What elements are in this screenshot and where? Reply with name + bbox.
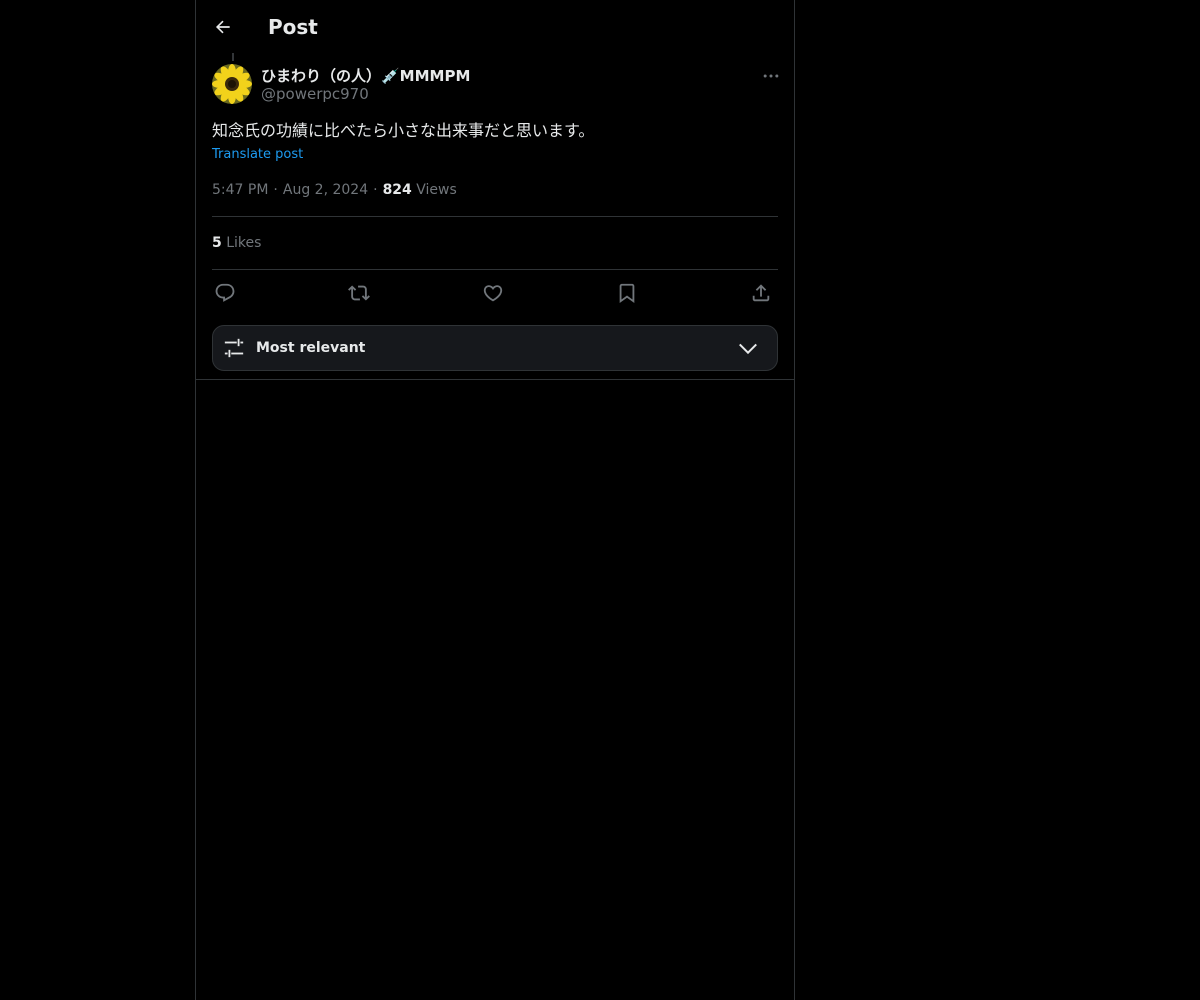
main-column: Post ひまわり（の人）💉MMMPM @powerpc970 知念氏の功績に比…	[195, 0, 795, 1000]
author-name-row[interactable]: ひまわり（の人）💉MMMPM	[261, 64, 470, 86]
back-button[interactable]	[206, 10, 240, 44]
reply-sort-dropdown[interactable]: Most relevant	[212, 325, 778, 371]
likes-label: Likes	[226, 235, 262, 251]
likes-link[interactable]: 5 Likes	[212, 233, 261, 253]
divider	[212, 216, 778, 217]
repost-button[interactable]	[346, 280, 372, 306]
views-label: Views	[416, 182, 457, 198]
share-button[interactable]	[748, 280, 774, 306]
thread-connector-line	[232, 53, 234, 61]
page-title: Post	[268, 15, 318, 39]
avatar[interactable]	[212, 64, 252, 104]
section-divider	[196, 379, 794, 380]
post-date[interactable]: Aug 2, 2024	[283, 182, 368, 198]
views-count: 824	[382, 182, 412, 198]
repost-icon	[348, 285, 370, 301]
likes-count: 5	[212, 235, 222, 251]
arrow-left-icon	[215, 20, 230, 34]
author-handle[interactable]: @powerpc970	[261, 85, 369, 103]
post-text: 知念氏の功績に比べたら小さな出来事だと思います。	[212, 121, 595, 140]
post-time[interactable]: 5:47 PM	[212, 182, 268, 198]
sliders-icon	[224, 338, 244, 358]
bookmark-icon	[619, 283, 635, 304]
divider	[212, 269, 778, 270]
share-icon	[752, 284, 770, 302]
sunflower-avatar-icon	[212, 64, 252, 104]
more-horizontal-icon	[763, 74, 779, 78]
meta-separator: ·	[373, 182, 378, 198]
chevron-down-icon	[739, 343, 757, 355]
like-icon	[483, 285, 503, 302]
more-options-button[interactable]	[758, 64, 784, 88]
meta-separator: ·	[273, 182, 278, 198]
author-display-name[interactable]: ひまわり（の人）💉MMMPM	[261, 65, 470, 86]
like-button[interactable]	[480, 280, 506, 306]
post-meta: 5:47 PM · Aug 2, 2024 · 824 Views	[212, 179, 457, 201]
sort-label: Most relevant	[256, 340, 366, 356]
bookmark-button[interactable]	[614, 280, 640, 306]
reply-button[interactable]	[212, 280, 238, 306]
page-header: Post	[196, 0, 794, 53]
reply-icon	[215, 283, 235, 302]
post-actions	[212, 280, 778, 306]
translate-post-link[interactable]: Translate post	[212, 145, 303, 165]
